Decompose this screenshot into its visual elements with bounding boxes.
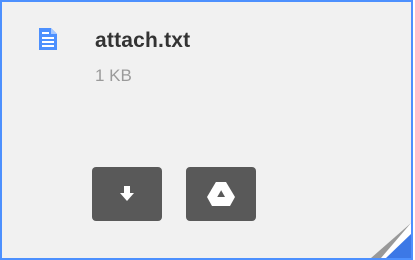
save-to-drive-button[interactable] (186, 167, 256, 221)
download-icon (119, 185, 135, 203)
download-button[interactable] (92, 167, 162, 221)
document-icon (39, 28, 57, 50)
page-curl-corner (331, 218, 411, 258)
attachment-file-name[interactable]: attach.txt (95, 29, 190, 53)
attachment-file-size: 1 KB (95, 66, 132, 85)
google-drive-icon (206, 181, 236, 207)
attachment-card[interactable]: attach.txt 1 KB (0, 0, 413, 260)
